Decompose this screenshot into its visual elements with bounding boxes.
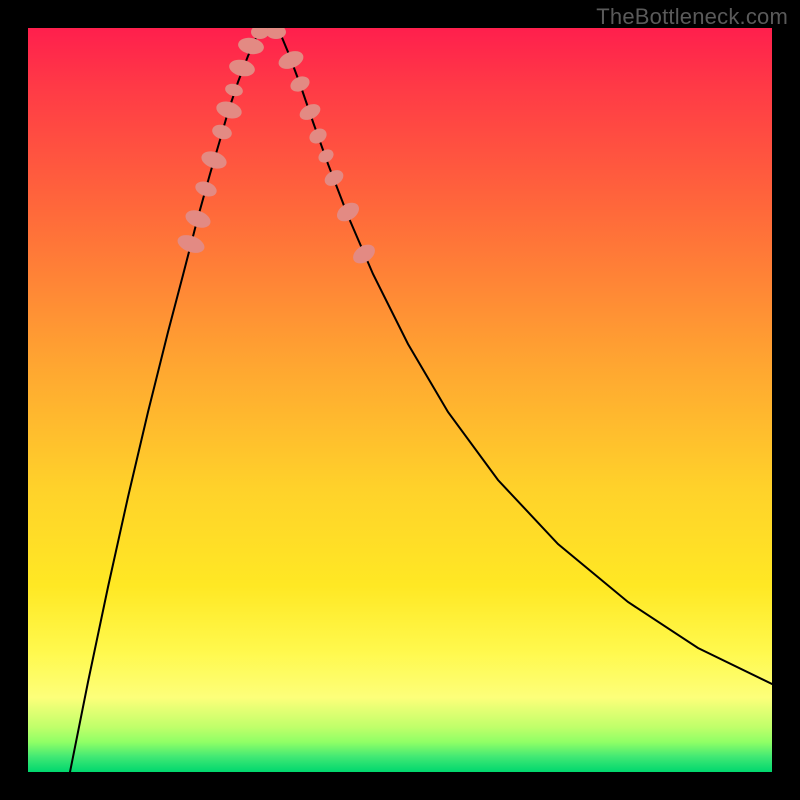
marker-dot: [183, 207, 213, 231]
marker-dot: [228, 57, 257, 78]
marker-dot: [297, 101, 323, 123]
marker-dot: [322, 167, 346, 189]
marker-dot: [307, 126, 329, 147]
marker-dot: [193, 179, 218, 199]
chart-svg: [28, 28, 772, 772]
marker-dot: [266, 28, 286, 39]
highlight-markers: [175, 28, 378, 267]
chart-container: TheBottleneck.com: [0, 0, 800, 800]
marker-dot: [316, 147, 336, 165]
marker-dot: [288, 74, 312, 95]
marker-dot: [214, 99, 243, 122]
marker-dot: [175, 232, 207, 257]
marker-dot: [199, 148, 229, 171]
left-curve: [70, 28, 263, 772]
plot-area: [28, 28, 772, 772]
marker-dot: [334, 199, 363, 225]
marker-dot: [350, 241, 379, 268]
marker-dot: [276, 48, 306, 73]
marker-dot: [210, 123, 233, 142]
right-curve: [278, 28, 772, 684]
marker-dot: [224, 82, 244, 98]
watermark-text: TheBottleneck.com: [596, 4, 788, 30]
